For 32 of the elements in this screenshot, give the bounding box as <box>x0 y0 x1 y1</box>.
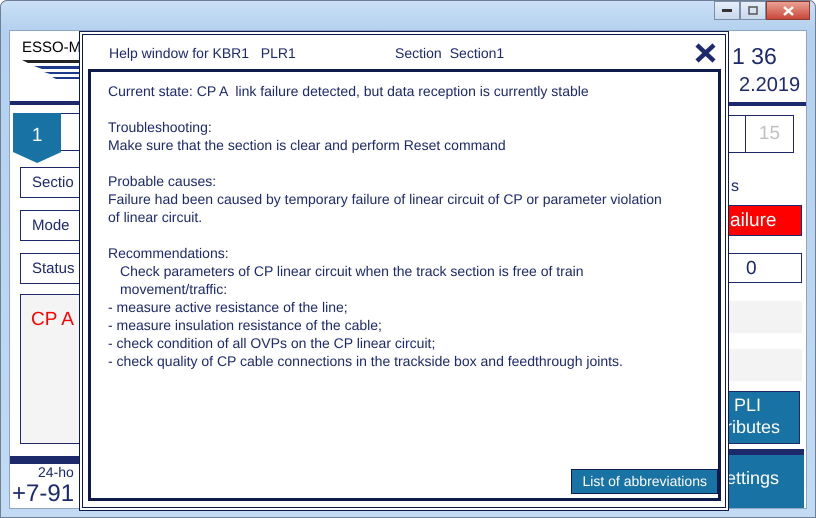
state-text: Current state: CP A link failure detected, but data reception is currently stable <box>108 82 590 100</box>
section-label: Section <box>395 45 442 61</box>
hotline-number: +7-91 <box>11 480 76 508</box>
hotline-label: 24-ho <box>37 464 75 480</box>
help-text: Failure had been caused by temporary failure of linear circuit of CP or parameter violation of linear circuit. <box>108 190 662 226</box>
section-value: Section1 <box>450 45 504 61</box>
clock-time: 1 36 <box>731 43 777 71</box>
abbreviations-button[interactable]: List of abbreviations <box>571 469 718 494</box>
tab[interactable]: 1 <box>13 113 62 163</box>
help-text: Make sure that the section is clear and perform Reset command <box>108 136 507 154</box>
message-text: CP A <box>20 294 80 444</box>
list-item: - measure active resistance of the line; <box>108 298 349 316</box>
section-heading: Troubleshooting: <box>108 118 213 136</box>
close-icon <box>782 6 794 16</box>
list-item: - check quality of CP cable connections in the trackside box and feedthrough joints. <box>108 352 624 370</box>
status-value: ailure <box>726 205 802 236</box>
status-label: s <box>730 178 739 197</box>
list-item: - measure insulation resistance of the cable; <box>108 316 383 334</box>
dialog-title: Help window for KBR1 PLR1 <box>109 45 297 61</box>
minimize-icon <box>722 8 732 12</box>
maximize-button[interactable] <box>740 1 766 20</box>
date-text: 2.2019 <box>738 74 800 98</box>
list-item: - check condition of all OVPs on the CP linear circuit; <box>108 334 436 352</box>
close-icon[interactable] <box>694 42 717 64</box>
maximize-icon <box>748 6 758 15</box>
logo-icon <box>22 60 80 80</box>
section-heading: Recommendations: <box>108 244 230 262</box>
section-heading: Probable causes: <box>108 172 218 190</box>
close-button[interactable] <box>766 1 810 20</box>
header-bar <box>10 456 80 464</box>
minimize-button[interactable] <box>714 1 740 20</box>
help-text: Check parameters of CP linear circuit when the track section is free of train movement/traffic: <box>119 262 584 298</box>
